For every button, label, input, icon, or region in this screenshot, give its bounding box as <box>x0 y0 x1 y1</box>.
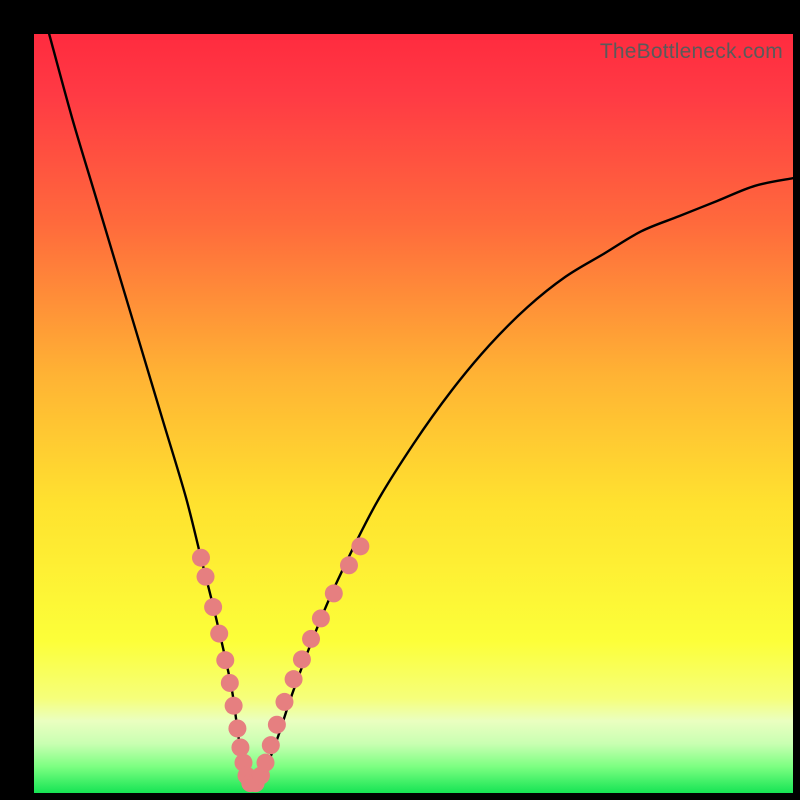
data-point <box>228 719 246 737</box>
data-point <box>285 670 303 688</box>
plot-area: TheBottleneck.com <box>34 34 793 793</box>
data-point <box>312 609 330 627</box>
data-point <box>340 556 358 574</box>
data-point <box>192 549 210 567</box>
data-point <box>221 674 239 692</box>
data-point <box>351 537 369 555</box>
data-point <box>302 630 320 648</box>
data-point <box>210 625 228 643</box>
data-point <box>262 736 280 754</box>
data-point <box>325 584 343 602</box>
data-point <box>275 693 293 711</box>
data-point <box>268 716 286 734</box>
data-point <box>197 568 215 586</box>
bottleneck-curve <box>49 34 793 785</box>
chart-frame: TheBottleneck.com <box>0 0 800 800</box>
data-point <box>204 598 222 616</box>
data-point <box>256 754 274 772</box>
data-point <box>225 697 243 715</box>
chart-svg <box>34 34 793 793</box>
data-point-markers <box>192 537 369 792</box>
data-point <box>293 650 311 668</box>
data-point <box>231 738 249 756</box>
data-point <box>216 651 234 669</box>
